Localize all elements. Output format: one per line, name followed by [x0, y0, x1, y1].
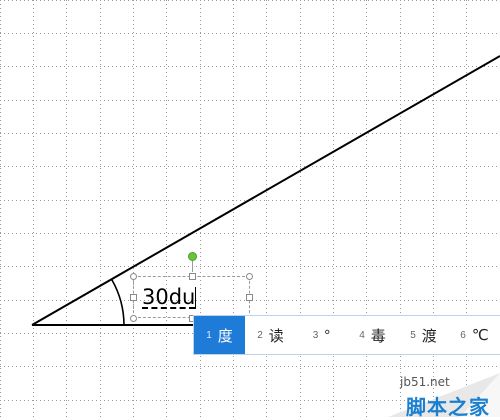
resize-handle-top-center[interactable]	[189, 273, 196, 280]
ime-candidate-3[interactable]: 3 °	[296, 316, 347, 354]
angle-label-textbox[interactable]: 30du	[130, 252, 253, 322]
ime-candidate-number: 3	[312, 329, 319, 341]
ime-candidate-text: 渡	[421, 327, 437, 345]
ime-candidate-text: 毒	[370, 327, 386, 345]
ime-candidate-text: °	[324, 326, 331, 344]
text-caret	[195, 287, 196, 309]
ime-candidate-number: 1	[206, 329, 212, 341]
resize-handle-bottom-left[interactable]	[130, 315, 137, 322]
resize-handle-top-left[interactable]	[130, 273, 137, 280]
textbox-text[interactable]: 30du	[142, 285, 195, 309]
watermark-name: 脚本之家	[406, 395, 490, 419]
ime-candidate-number: 6	[460, 329, 466, 341]
resize-handle-middle-right[interactable]	[246, 294, 253, 301]
ime-candidate-number: 4	[359, 329, 365, 341]
ime-candidate-number: 2	[257, 329, 263, 341]
resize-handle-middle-left[interactable]	[130, 294, 137, 301]
ime-candidate-1[interactable]: 1度	[194, 316, 245, 354]
ime-candidate-2[interactable]: 2读	[245, 316, 296, 354]
rotate-handle[interactable]	[188, 252, 197, 261]
resize-handle-top-right[interactable]	[246, 273, 253, 280]
ime-candidate-6[interactable]: 6 ℃	[449, 316, 500, 354]
rotate-handle-stem	[192, 261, 193, 272]
ime-candidate-text: 读	[268, 327, 284, 345]
ime-candidate-number: 5	[410, 329, 416, 341]
watermark: jb51.net 脚本之家	[388, 373, 500, 419]
ime-candidate-text: 度	[217, 327, 233, 345]
ime-candidate-4[interactable]: 4毒	[347, 316, 398, 354]
angle-arc[interactable]	[111, 279, 125, 326]
ime-candidate-bar: 1 度 2 读 3 ° 4 毒 5 渡 6 ℃	[193, 315, 500, 355]
ime-candidate-5[interactable]: 5渡	[398, 316, 449, 354]
ime-candidate-text: ℃	[471, 327, 489, 344]
composing-text: 30du	[142, 285, 196, 309]
watermark-url: jb51.net	[400, 375, 450, 389]
